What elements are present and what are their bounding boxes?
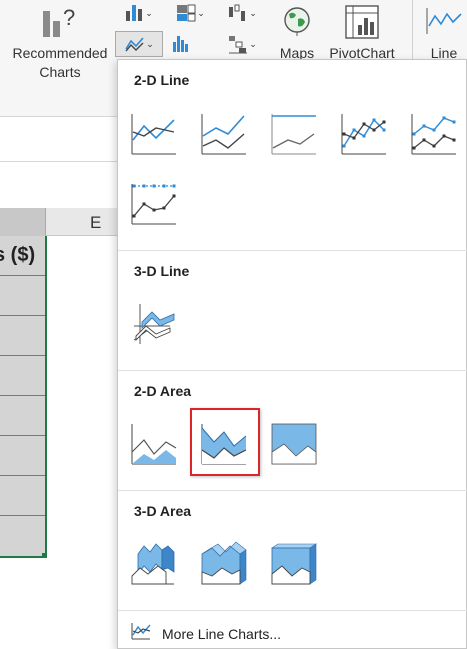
chevron-down-icon: ⌄ [146,38,154,49]
100-stacked-line-with-markers-chart-option[interactable] [130,180,178,228]
column-header-e-label: E [90,213,102,232]
3d-area-chart-option[interactable] [130,540,178,588]
pivotchart-icon[interactable] [342,2,382,42]
table-cell[interactable] [0,436,45,476]
line-area-chart-menu: 2-D Line 3-D Line 2-D Area 3-D Area More… [117,59,467,649]
section-divider [118,370,467,371]
table-cell[interactable] [0,276,45,316]
table-cell[interactable] [0,516,45,555]
3d-line-chart-option[interactable] [130,300,178,348]
line-chart-option[interactable] [130,110,178,158]
column-chart-button[interactable]: ⌄ [118,2,158,24]
section-divider [118,610,467,611]
area-chart-option[interactable] [130,420,178,468]
maps-globe-icon[interactable] [280,2,314,40]
ribbon-group-divider [412,0,413,66]
section-title-2d-line: 2-D Line [134,72,190,88]
table-header-cell-text: s ($) [0,244,36,266]
statistic-chart-button[interactable] [170,33,194,55]
3d-100-stacked-area-chart-option[interactable] [270,540,318,588]
column-header-d[interactable] [0,208,46,236]
stacked-area-chart-option[interactable] [200,420,248,468]
section-divider [118,250,467,251]
recommended-charts-icon[interactable]: ? [36,2,82,42]
100-stacked-area-chart-option[interactable] [270,420,318,468]
sparkline-line-icon[interactable] [422,4,464,38]
section-title-3d-area: 3-D Area [134,503,192,519]
table-cell[interactable] [0,356,45,396]
table-header-cell[interactable]: s ($) [0,236,45,276]
waterfall-chart-button[interactable]: ⌄ [222,2,262,24]
formula-bar[interactable] [0,116,118,162]
chevron-down-icon: ⌄ [249,7,257,18]
line-chart-button[interactable]: ⌄ [115,31,163,57]
hierarchy-chart-button[interactable]: ⌄ [170,2,210,24]
section-title-3d-line: 3-D Line [134,263,190,279]
more-line-charts-item[interactable]: More Line Charts... [130,621,281,646]
more-line-charts-label: More Line Charts... [162,625,282,642]
table-cell[interactable] [0,396,45,436]
stacked-line-with-markers-chart-option[interactable] [410,110,458,158]
chevron-down-icon: ⌄ [145,7,153,18]
svg-text:?: ? [63,5,75,30]
section-title-2d-area: 2-D Area [134,383,192,399]
recommended-charts-label[interactable]: Recommended Charts [6,44,114,82]
table-cell[interactable] [0,476,45,516]
scatter-chart-button[interactable]: ⌄ [222,33,262,55]
chevron-down-icon: ⌄ [197,7,205,18]
3d-stacked-area-chart-option[interactable] [200,540,248,588]
line-with-markers-chart-option[interactable] [340,110,388,158]
table-cell[interactable] [0,316,45,356]
fill-handle[interactable] [42,553,47,558]
selected-range[interactable]: s ($) [0,236,47,558]
stacked-line-chart-option[interactable] [200,110,248,158]
section-divider [118,490,467,491]
column-header-e[interactable]: E [46,208,118,236]
line-chart-icon [130,621,152,646]
100-stacked-line-chart-option[interactable] [270,110,318,158]
chevron-down-icon: ⌄ [249,38,257,49]
